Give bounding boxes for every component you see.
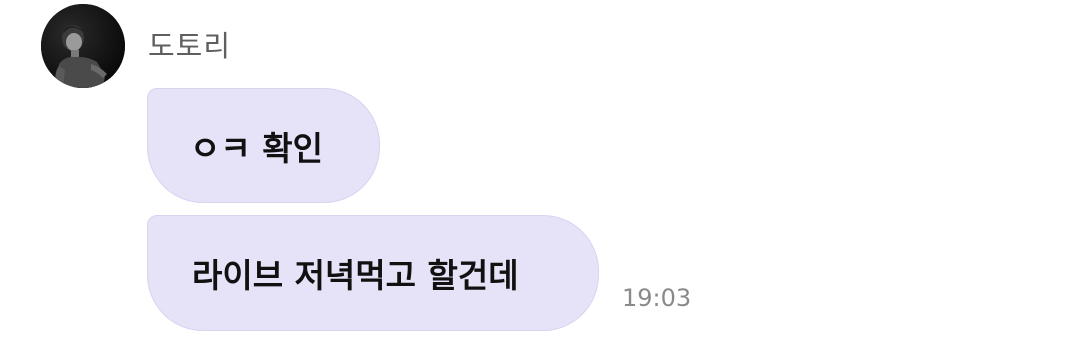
message-timestamp: 19:03 <box>622 284 692 312</box>
sender-name: 도토리 <box>148 29 232 63</box>
message-text: ㅇㅋ 확인 <box>190 128 323 168</box>
message-bubble[interactable]: ㅇㅋ 확인 <box>147 88 380 203</box>
profile-photo-icon <box>41 4 125 88</box>
message-bubble[interactable]: 라이브 저녁먹고 할건데 <box>147 215 599 331</box>
avatar[interactable] <box>41 4 125 88</box>
chat-area: 도토리 ㅇㅋ 확인 라이브 저녁먹고 할건데 19:03 <box>0 0 1080 340</box>
message-text: 라이브 저녁먹고 할건데 <box>192 256 519 295</box>
